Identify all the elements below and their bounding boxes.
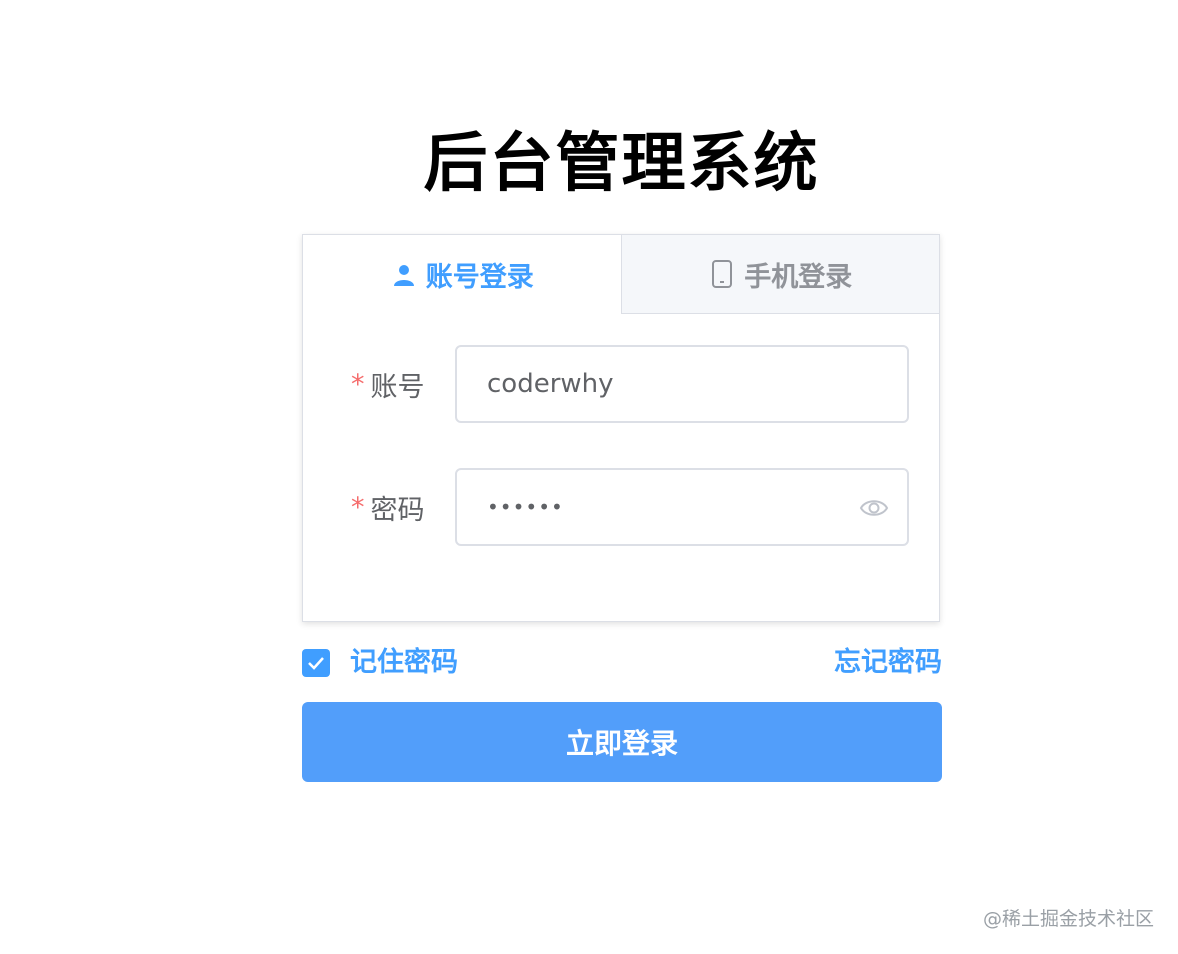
login-page: 后台管理系统 账号登录 手机登录 * 账号 coderwhy * 密码 ••••… bbox=[0, 0, 1178, 954]
tab-phone-login[interactable]: 手机登录 bbox=[620, 235, 939, 314]
required-mark: * bbox=[351, 491, 365, 523]
account-label-text: 账号 bbox=[370, 371, 425, 403]
forgot-password-link[interactable]: 忘记密码 bbox=[834, 644, 942, 682]
remember-checkbox[interactable] bbox=[302, 649, 330, 677]
login-options: 记住密码 忘记密码 bbox=[302, 644, 942, 684]
tab-account-label: 账号登录 bbox=[425, 262, 534, 293]
watermark: @稀土掘金技术社区 bbox=[982, 908, 1154, 930]
login-panel: 账号登录 手机登录 * 账号 coderwhy * 密码 •••••• bbox=[302, 234, 940, 622]
tab-phone-label: 手机登录 bbox=[744, 261, 853, 293]
page-title: 后台管理系统 bbox=[423, 127, 820, 201]
eye-icon[interactable] bbox=[859, 496, 889, 520]
account-input-value: coderwhy bbox=[487, 369, 614, 399]
password-label-text: 密码 bbox=[370, 494, 425, 526]
required-mark: * bbox=[351, 368, 365, 400]
tab-account-login[interactable]: 账号登录 bbox=[303, 235, 621, 314]
password-input-value: •••••• bbox=[487, 495, 564, 519]
login-tabs: 账号登录 手机登录 bbox=[303, 235, 939, 314]
login-button[interactable]: 立即登录 bbox=[302, 702, 942, 782]
password-input[interactable]: •••••• bbox=[455, 468, 909, 546]
check-icon bbox=[308, 657, 324, 670]
account-input[interactable]: coderwhy bbox=[455, 345, 909, 423]
user-icon bbox=[390, 261, 418, 289]
remember-password-label[interactable]: 记住密码 bbox=[350, 644, 458, 682]
account-row: * 账号 coderwhy bbox=[303, 345, 939, 423]
password-row: * 密码 •••••• bbox=[303, 468, 939, 546]
mobile-phone-icon bbox=[708, 260, 736, 288]
